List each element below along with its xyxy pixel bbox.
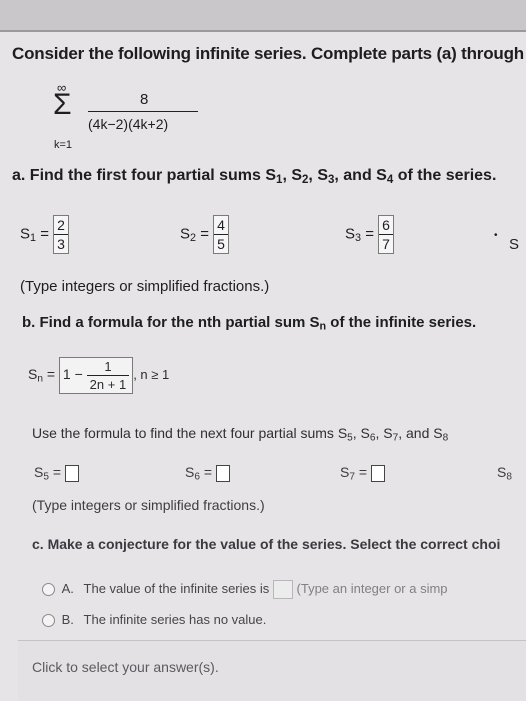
partial-sum-s5: S5 =: [34, 464, 79, 483]
next-sums-prompt: Use the formula to find the next four pa…: [32, 425, 449, 444]
partial-sum-s7: S7 =: [340, 464, 385, 483]
series-value-input[interactable]: [272, 580, 293, 599]
s2-answer-box[interactable]: 45: [213, 215, 229, 254]
top-toolbar-band: [0, 0, 526, 30]
series-fraction-bar: [88, 111, 198, 112]
partial-sum-s2: S2 = 45: [180, 215, 229, 254]
part-a-note: (Type integers or simplified fractions.): [20, 278, 270, 295]
choice-a-radio[interactable]: [42, 583, 55, 596]
status-text: Click to select your answer(s).: [32, 659, 219, 675]
s1-answer-box[interactable]: 23: [53, 215, 69, 254]
series-numerator: 8: [140, 91, 149, 108]
choice-b-radio[interactable]: [42, 614, 55, 628]
choice-a[interactable]: A. The value of the infinite series is (…: [42, 580, 448, 599]
s7-answer-box[interactable]: [370, 464, 385, 482]
sn-formula-box[interactable]: 1 − 1 2n + 1: [58, 357, 134, 394]
series-denominator: (4k−2)(4k+2): [88, 116, 169, 132]
partial-sum-s4-label: S: [509, 236, 520, 253]
sigma-symbol: Σ: [53, 88, 72, 121]
partial-sum-s1: S1 = 23: [20, 215, 69, 254]
nth-partial-sum-formula: Sn = 1 − 1 2n + 1 , n ≥ 1: [28, 357, 170, 394]
header-divider: [0, 30, 526, 32]
part-b-prompt: b. Find a formula for the nth partial su…: [22, 314, 477, 333]
choice-b[interactable]: B. The infinite series has no value.: [42, 612, 266, 628]
answer-status-bar: Click to select your answer(s).: [18, 640, 526, 701]
partial-sum-s6: S6 =: [185, 464, 230, 483]
sum-lower-limit: k=1: [54, 139, 73, 151]
s3-answer-box[interactable]: 67: [378, 215, 394, 254]
part-b-note: (Type integers or simplified fractions.): [32, 497, 265, 513]
s6-answer-box[interactable]: [215, 464, 230, 482]
part-c-prompt: c. Make a conjecture for the value of th…: [32, 536, 501, 552]
partial-sum-s3: S3 = 67: [345, 215, 394, 254]
n-condition: , n ≥ 1: [133, 367, 170, 383]
separator-dot: •: [494, 230, 498, 241]
partial-sum-s8: S8: [497, 464, 512, 483]
question-instruction: Consider the following infinite series. …: [12, 44, 526, 63]
s5-answer-box[interactable]: [64, 464, 79, 482]
part-a-prompt: a. Find the first four partial sums S1, …: [12, 167, 497, 186]
